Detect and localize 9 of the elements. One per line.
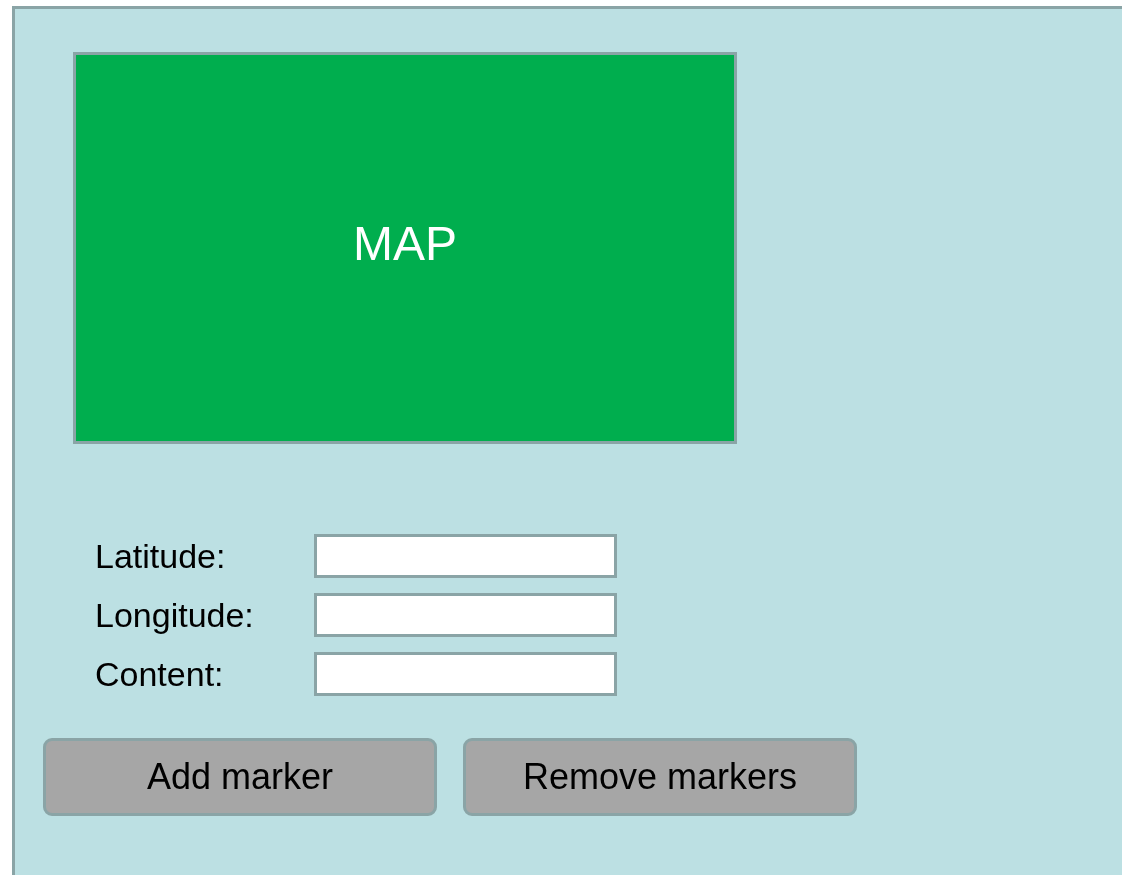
input-field[interactable] bbox=[314, 534, 617, 578]
action-button[interactable]: Add marker bbox=[43, 738, 437, 816]
field-label: Longitude: bbox=[95, 595, 255, 635]
input-field[interactable] bbox=[314, 593, 617, 637]
field-label: Content: bbox=[95, 654, 225, 694]
field-label: Latitude: bbox=[95, 536, 227, 576]
input-field[interactable] bbox=[314, 652, 617, 696]
map-label: MAP bbox=[353, 215, 457, 271]
action-button[interactable]: Remove markers bbox=[463, 738, 857, 816]
